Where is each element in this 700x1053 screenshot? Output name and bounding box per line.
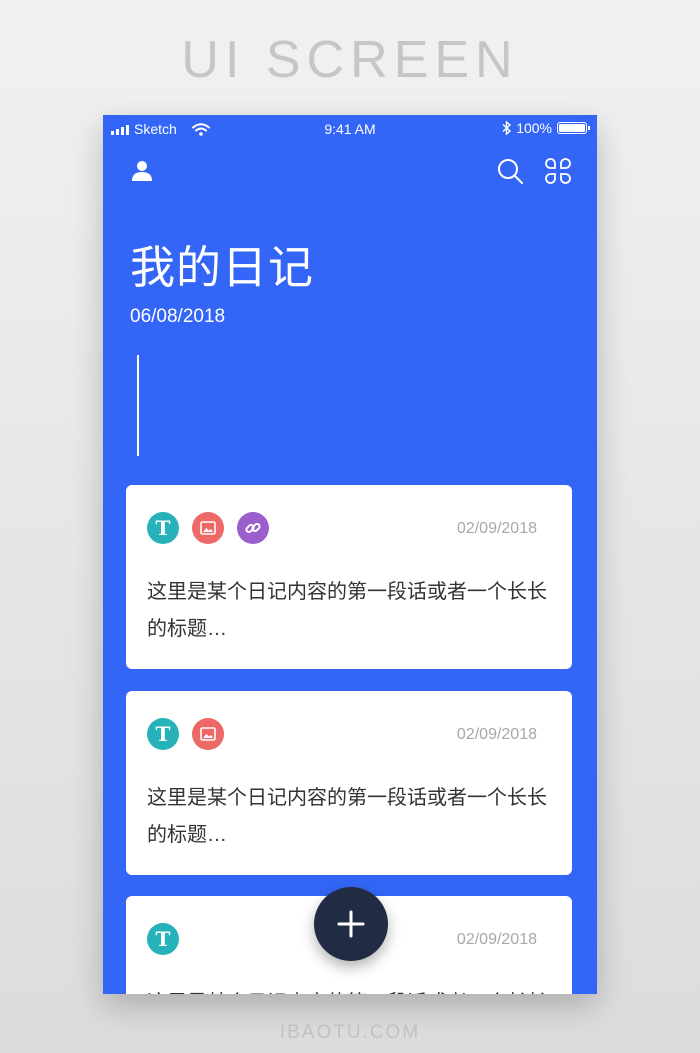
entry-text: 这里是某个日记内容的第一段话或者一个长长的标题… <box>147 581 547 640</box>
battery-percent: 100% <box>516 120 552 136</box>
add-entry-button[interactable] <box>314 887 388 961</box>
entry-text: 这里是某个日记内容的第一段话或者一个长长的标题… <box>147 985 547 994</box>
text-tag-icon: T <box>147 512 179 544</box>
card-tags: T <box>147 923 179 955</box>
phone-screen: Sketch 9:41 AM 100% 我的日记 06/08/2018 T 02… <box>103 115 597 994</box>
user-icon[interactable] <box>130 158 154 182</box>
entry-text: 这里是某个日记内容的第一段话或者一个长长的标题… <box>147 787 547 846</box>
plus-icon <box>337 910 365 938</box>
diary-card[interactable]: T 02/09/2018 这里是某个日记内容的第一段话或者一个长长的标题… <box>126 485 572 669</box>
search-icon[interactable] <box>496 157 524 185</box>
entry-date: 02/09/2018 <box>456 931 537 948</box>
diary-card[interactable]: T 02/09/2018 这里是某个日记内容的第一段话或者一个长长的标题… <box>126 691 572 875</box>
card-tags: T <box>147 512 269 544</box>
header-date: 06/08/2018 <box>130 306 226 327</box>
frame-title: UI SCREEN <box>181 31 519 89</box>
bluetooth-icon <box>502 121 512 135</box>
battery-level <box>559 124 585 132</box>
grid-menu-icon[interactable] <box>544 157 572 185</box>
text-tag-icon: T <box>147 923 179 955</box>
entry-date: 02/09/2018 <box>456 520 537 537</box>
battery-icon <box>557 122 590 134</box>
status-right: 100% <box>502 120 590 136</box>
image-tag-icon <box>192 512 224 544</box>
status-bar: Sketch 9:41 AM 100% <box>103 115 597 143</box>
image-tag-icon <box>192 718 224 750</box>
footer-brand: IBAOTU.COM <box>279 1022 421 1043</box>
timeline-line <box>137 355 139 456</box>
card-tags: T <box>147 718 224 750</box>
text-tag-icon: T <box>147 718 179 750</box>
link-tag-icon <box>237 512 269 544</box>
entry-date: 02/09/2018 <box>456 726 537 743</box>
page-title: 我的日记 <box>130 242 315 293</box>
